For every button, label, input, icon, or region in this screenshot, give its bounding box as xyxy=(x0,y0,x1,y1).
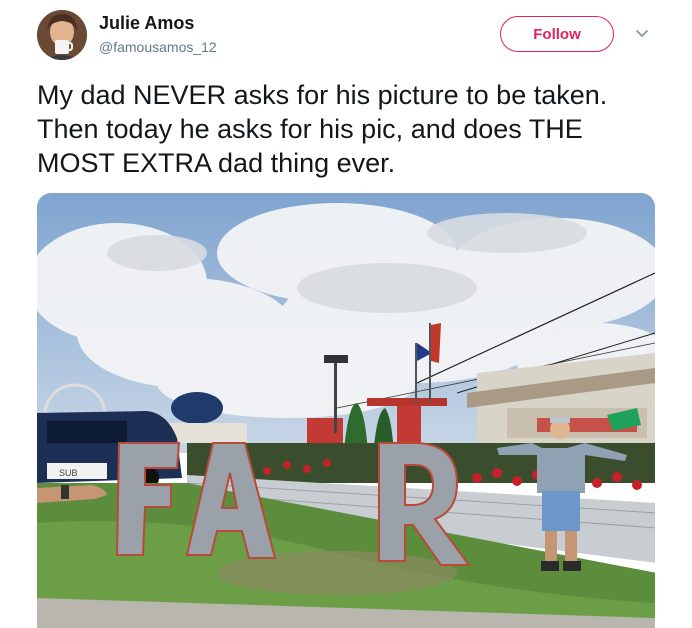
author-handle[interactable]: @famousamos_12 xyxy=(99,39,217,55)
tweet-text: My dad NEVER asks for his picture to be … xyxy=(37,80,608,178)
avatar[interactable] xyxy=(37,10,87,60)
photo-plate-text: SUB xyxy=(59,468,78,478)
chevron-down-icon[interactable] xyxy=(634,26,650,42)
tweet-photo[interactable]: SUB F A R xyxy=(37,193,655,628)
follow-button[interactable]: Follow xyxy=(500,16,614,52)
photo-letter-a: A xyxy=(37,193,38,194)
photo-letter-r: R xyxy=(37,193,38,194)
photo-image: SUB F A R xyxy=(37,193,655,628)
avatar-image xyxy=(37,10,87,60)
tweet-header: Julie Amos @famousamos_12 Follow xyxy=(0,0,692,70)
photo-letter-f: F xyxy=(37,193,38,194)
author-name[interactable]: Julie Amos xyxy=(99,13,194,34)
